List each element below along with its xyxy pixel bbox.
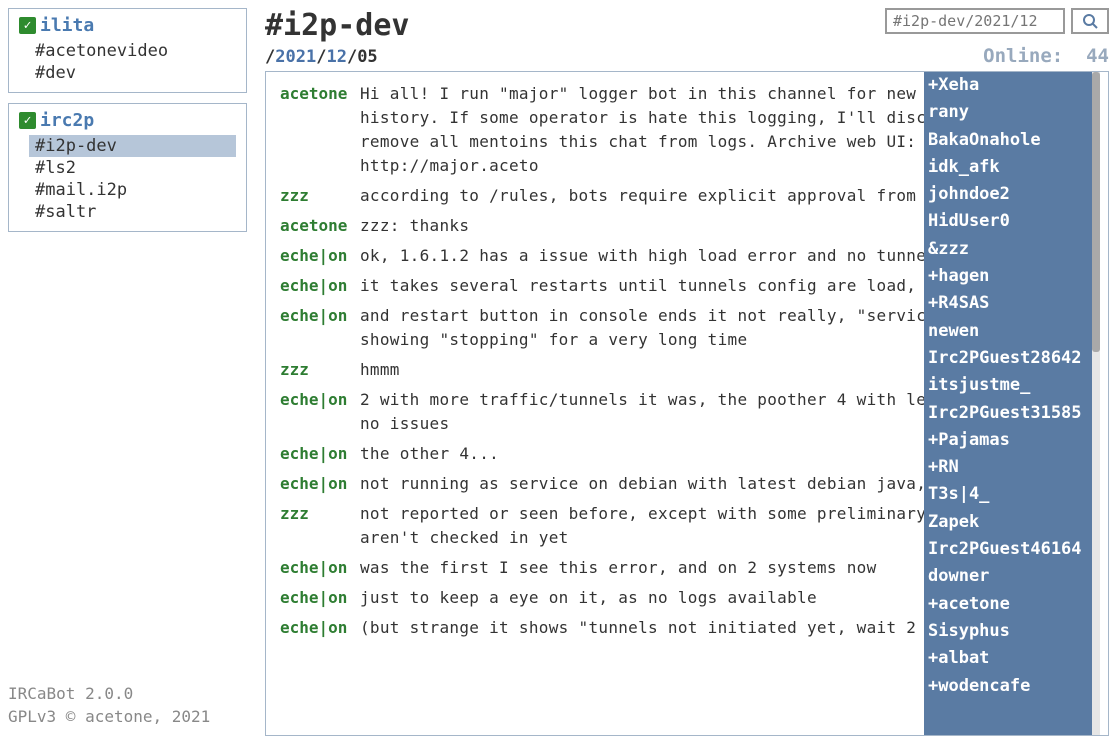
message-nick: eche|on <box>280 274 360 298</box>
user-item[interactable]: Sisyphus <box>928 618 1096 645</box>
message-nick: eche|on <box>280 616 360 640</box>
user-item[interactable]: T3s|4_ <box>928 481 1096 508</box>
network-header[interactable]: ✓ irc2p <box>19 110 236 131</box>
user-item[interactable]: johndoe2 <box>928 181 1096 208</box>
search-area <box>885 8 1109 34</box>
user-item[interactable]: +albat <box>928 645 1096 672</box>
network-ilita: ✓ ilita #acetonevideo #dev <box>8 8 247 93</box>
license-line: GPLv3 © acetone, 2021 <box>8 706 247 728</box>
channel-item[interactable]: #i2p-dev <box>29 135 236 157</box>
user-item[interactable]: +hagen <box>928 263 1096 290</box>
message-nick: eche|on <box>280 304 360 352</box>
user-item[interactable]: Irc2PGuest31585 <box>928 400 1096 427</box>
user-item[interactable]: +Xeha <box>928 72 1096 99</box>
online-count: Online: 44 <box>983 45 1109 67</box>
user-item[interactable]: newen <box>928 318 1096 345</box>
breadcrumb[interactable]: /2021/12/05 <box>265 47 378 67</box>
main: #i2p-dev /2021/12/05 Online: 44 acetoneH… <box>255 0 1119 736</box>
footer: IRCaBot 2.0.0 GPLv3 © acetone, 2021 <box>8 683 247 728</box>
channel-item[interactable]: #acetonevideo <box>29 40 236 62</box>
network-irc2p: ✓ irc2p #i2p-dev #ls2 #mail.i2p #saltr <box>8 103 247 232</box>
check-icon: ✓ <box>19 17 36 34</box>
dateline: /2021/12/05 Online: 44 <box>265 45 1109 67</box>
user-item[interactable]: +RN <box>928 454 1096 481</box>
scroll-thumb[interactable] <box>1092 72 1100 352</box>
channel-item[interactable]: #dev <box>29 62 236 84</box>
topbar: #i2p-dev <box>265 8 1109 43</box>
network-name: irc2p <box>40 110 94 131</box>
message-nick: zzz <box>280 184 360 208</box>
user-item[interactable]: downer <box>928 563 1096 590</box>
user-item[interactable]: HidUser0 <box>928 208 1096 235</box>
user-item[interactable]: itsjustme_ <box>928 372 1096 399</box>
message-nick: eche|on <box>280 442 360 466</box>
user-item[interactable]: +wodencafe <box>928 673 1096 700</box>
user-item[interactable]: +R4SAS <box>928 290 1096 317</box>
user-item[interactable]: idk_afk <box>928 154 1096 181</box>
message-nick: eche|on <box>280 472 360 496</box>
message-nick: eche|on <box>280 556 360 580</box>
message-nick: acetone <box>280 214 360 238</box>
message-nick: eche|on <box>280 388 360 436</box>
user-item[interactable]: Irc2PGuest46164 <box>928 536 1096 563</box>
user-item[interactable]: rany <box>928 99 1096 126</box>
app-version: IRCaBot 2.0.0 <box>8 683 247 705</box>
message-nick: eche|on <box>280 244 360 268</box>
scrollbar[interactable] <box>1092 72 1100 735</box>
sidebar: ✓ ilita #acetonevideo #dev ✓ irc2p #i2p-… <box>0 0 255 736</box>
channel-item[interactable]: #saltr <box>29 201 236 223</box>
message-nick: acetone <box>280 82 360 178</box>
log-box: acetoneHi all! I run "major" logger bot … <box>265 71 1109 736</box>
channel-list: #i2p-dev #ls2 #mail.i2p #saltr <box>19 135 236 223</box>
check-icon: ✓ <box>19 112 36 129</box>
user-item[interactable]: &zzz <box>928 236 1096 263</box>
channel-list: #acetonevideo #dev <box>19 40 236 84</box>
message-nick: zzz <box>280 502 360 550</box>
user-item[interactable]: Zapek <box>928 509 1096 536</box>
user-item[interactable]: +Pajamas <box>928 427 1096 454</box>
user-item[interactable]: Irc2PGuest28642 <box>928 345 1096 372</box>
channel-title: #i2p-dev <box>265 8 410 43</box>
search-button[interactable] <box>1071 8 1109 34</box>
user-item[interactable]: +acetone <box>928 591 1096 618</box>
user-list[interactable]: +XeharanyBakaOnaholeidk_afkjohndoe2HidUs… <box>924 72 1100 735</box>
message-nick: zzz <box>280 358 360 382</box>
search-icon <box>1082 13 1098 29</box>
network-name: ilita <box>40 15 94 36</box>
network-header[interactable]: ✓ ilita <box>19 15 236 36</box>
message-nick: eche|on <box>280 586 360 610</box>
search-input[interactable] <box>885 8 1065 34</box>
user-item[interactable]: BakaOnahole <box>928 127 1096 154</box>
channel-item[interactable]: #ls2 <box>29 157 236 179</box>
channel-item[interactable]: #mail.i2p <box>29 179 236 201</box>
